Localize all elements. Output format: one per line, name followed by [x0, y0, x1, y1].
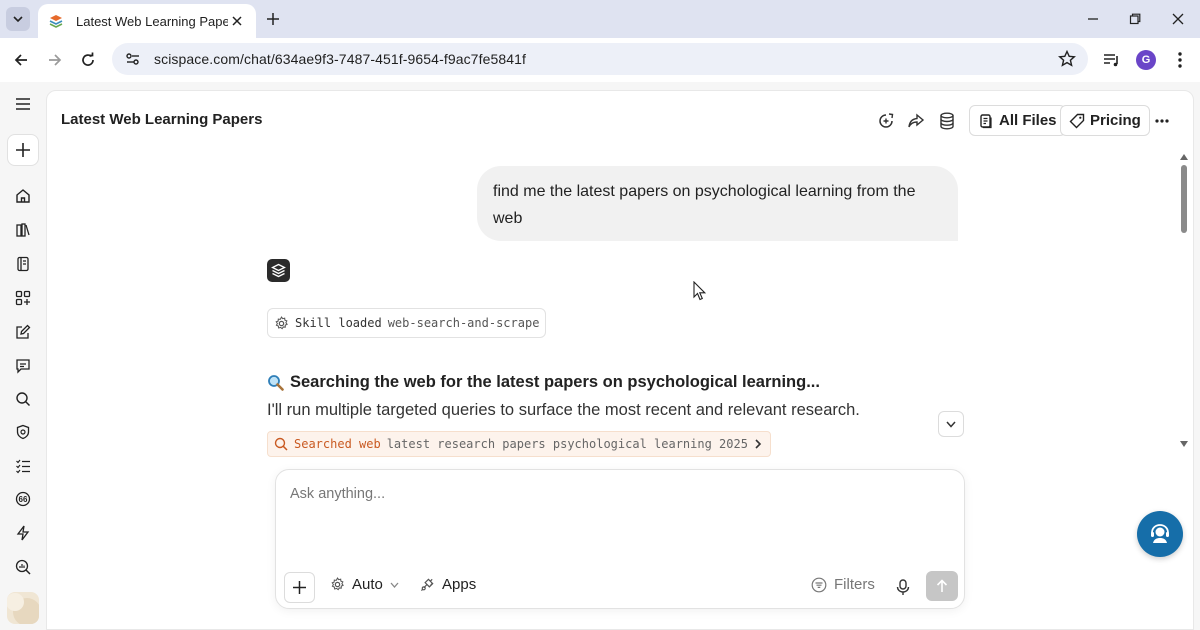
arrow-up-icon [936, 579, 948, 592]
left-sidebar: 66 [0, 82, 46, 630]
bolt-icon[interactable] [11, 521, 35, 545]
filters-button[interactable]: Filters [811, 576, 875, 593]
minimize-icon[interactable] [1082, 8, 1104, 30]
scroll-thumb[interactable] [1181, 165, 1187, 233]
user-avatar[interactable] [7, 592, 39, 624]
attach-button[interactable] [284, 572, 315, 603]
chevron-down-icon [946, 421, 956, 428]
tab-title: Latest Web Learning Papers [76, 13, 228, 29]
reload-icon[interactable] [76, 48, 100, 72]
chat-panel: Latest Web Learning Papers All Files Pri… [46, 90, 1194, 630]
assistant-logo-icon [267, 259, 290, 282]
database-icon[interactable] [936, 110, 958, 132]
search-heading-text: Searching the web for the latest papers … [290, 373, 820, 391]
notebook-icon[interactable] [11, 252, 35, 276]
page-title: Latest Web Learning Papers [61, 111, 263, 128]
gear-icon [275, 315, 288, 329]
forward-icon[interactable] [43, 48, 67, 72]
scroll-up-arrow-icon[interactable] [1179, 153, 1189, 161]
browser-tab-active[interactable]: Latest Web Learning Papers [38, 4, 256, 38]
bookmark-star-icon[interactable] [1058, 49, 1076, 68]
share-icon[interactable] [905, 110, 927, 132]
chat-scrollbar[interactable] [1178, 147, 1190, 457]
browser-tab-strip: Latest Web Learning Papers [0, 0, 1200, 38]
restore-icon[interactable] [1124, 8, 1146, 30]
chevron-down-icon [390, 582, 399, 588]
skill-loaded-chip[interactable]: Skill loaded web-search-and-scrape [267, 308, 547, 338]
chat-icon[interactable] [11, 354, 35, 378]
address-bar[interactable]: scispace.com/chat/634ae9f3-7487-451f-965… [112, 43, 1088, 75]
user-message: find me the latest papers on psychologic… [477, 166, 958, 241]
site-info-icon[interactable] [124, 50, 142, 68]
library-icon[interactable] [11, 218, 35, 242]
plus-icon [16, 143, 30, 157]
search-icon[interactable] [11, 387, 35, 411]
shield-icon[interactable] [11, 420, 35, 444]
zoom-icon[interactable] [11, 555, 35, 579]
browser-menu-icon[interactable] [1168, 48, 1192, 72]
mouse-cursor-icon [693, 281, 707, 301]
profile-avatar[interactable]: G [1134, 48, 1158, 72]
all-files-button[interactable]: All Files [969, 105, 1066, 136]
list-icon[interactable] [11, 454, 35, 478]
mode-select[interactable]: Auto [330, 576, 399, 593]
browser-toolbar: scispace.com/chat/634ae9f3-7487-451f-965… [0, 38, 1200, 82]
ask-input[interactable] [290, 486, 930, 502]
back-icon[interactable] [9, 48, 33, 72]
page: 66 Latest Web Learning Papers All Files [0, 82, 1200, 630]
support-agent-icon [1151, 524, 1169, 543]
media-controls-icon[interactable] [1100, 48, 1124, 72]
apps-button[interactable]: Apps [420, 576, 476, 593]
search-heading: Searching the web for the latest papers … [267, 373, 820, 392]
microphone-icon[interactable] [892, 576, 914, 598]
gear-icon [331, 577, 344, 591]
search-icon [274, 437, 288, 451]
support-chat-button[interactable] [1137, 511, 1183, 557]
menu-icon[interactable] [11, 92, 35, 116]
new-chat-button[interactable] [7, 134, 39, 166]
apps-icon[interactable] [11, 286, 35, 310]
tab-close-icon[interactable] [228, 12, 246, 30]
url-text: scispace.com/chat/634ae9f3-7487-451f-965… [154, 51, 526, 67]
message-composer: Auto Apps Filters [275, 469, 965, 609]
magnifier-emoji-icon [268, 375, 284, 391]
pricing-button[interactable]: Pricing [1060, 105, 1150, 136]
files-icon [980, 113, 992, 128]
new-tab-icon[interactable] [262, 8, 284, 30]
skill-name: web-search-and-scrape [387, 316, 540, 330]
tab-search-button[interactable] [6, 7, 30, 31]
scispace-favicon-icon [48, 13, 64, 29]
searched-web-chip[interactable]: Searched web latest research papers psyc… [267, 431, 771, 457]
searched-query: latest research papers psychological lea… [386, 437, 748, 451]
apps-label: Apps [442, 576, 477, 593]
pricing-label: Pricing [1090, 112, 1141, 129]
skill-label: Skill loaded [295, 316, 382, 330]
chevron-right-icon [755, 439, 762, 449]
scroll-down-arrow-icon[interactable] [1179, 440, 1189, 448]
window-close-icon[interactable] [1167, 8, 1189, 30]
edit-icon[interactable] [11, 320, 35, 344]
mode-label: Auto [352, 576, 383, 593]
filter-icon [811, 577, 827, 592]
send-button[interactable] [926, 571, 958, 601]
quote-icon[interactable]: 66 [11, 487, 35, 511]
all-files-label: All Files [999, 112, 1057, 129]
tag-icon [1069, 113, 1085, 128]
chevron-down-icon [13, 16, 23, 23]
scroll-down-button[interactable] [938, 411, 964, 437]
filters-label: Filters [834, 576, 875, 593]
profile-initial: G [1136, 50, 1156, 70]
plug-icon [420, 578, 434, 592]
plus-icon [293, 581, 306, 594]
searched-label: Searched web [294, 437, 381, 451]
home-icon[interactable] [11, 184, 35, 208]
more-options-icon[interactable] [1153, 110, 1171, 132]
new-thread-icon[interactable] [875, 110, 897, 132]
search-description: I'll run multiple targeted queries to su… [267, 401, 860, 419]
svg-text:66: 66 [19, 495, 28, 504]
